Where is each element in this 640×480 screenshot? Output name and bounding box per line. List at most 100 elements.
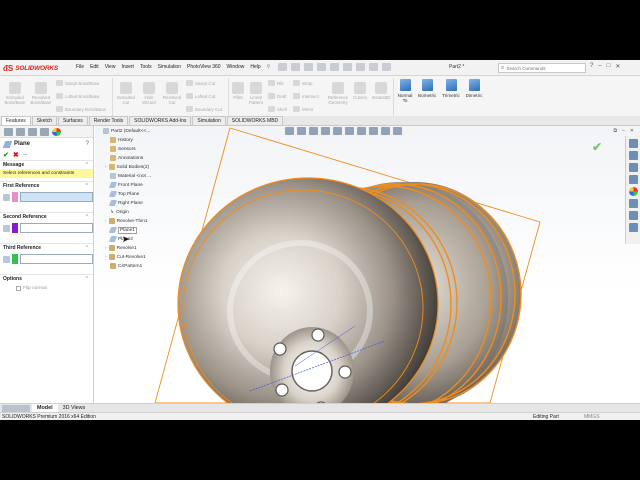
close-icon[interactable]: ✕: [630, 128, 634, 134]
resources-icon[interactable]: [628, 151, 638, 160]
lofted-boss-button[interactable]: Lofted Boss/Base: [56, 93, 99, 99]
zoom-fit-icon[interactable]: [285, 127, 294, 135]
tree-item-material[interactable]: Material <not ...: [110, 172, 151, 180]
lofted-cut-button[interactable]: Lofted Cut: [186, 93, 215, 99]
search-commands[interactable]: ⌕: [498, 63, 586, 73]
tree-item-solid-bodies[interactable]: › Solid Bodies(2): [105, 163, 149, 171]
tree-item-cirpattern1[interactable]: CirPattern1: [110, 262, 142, 270]
design-library-icon[interactable]: [628, 163, 638, 172]
mirror-button[interactable]: Mirror: [293, 106, 313, 112]
first-reference-field[interactable]: [20, 192, 93, 202]
tab-3d-views[interactable]: 3D Views: [58, 404, 91, 412]
tab-sketch[interactable]: Sketch: [31, 116, 58, 125]
select-icon[interactable]: [356, 63, 365, 71]
restore-icon[interactable]: ⧉: [613, 128, 617, 134]
graphics-area[interactable]: ⧉ – ✕ ✔ Part2 (Default<<... History Sens…: [95, 126, 640, 403]
tree-item-origin[interactable]: ↳ Origin: [110, 208, 129, 216]
tab-model[interactable]: Model: [32, 404, 58, 412]
intersect-button[interactable]: Intersect: [293, 93, 319, 99]
tree-item-right-plane[interactable]: Right Plane: [108, 199, 143, 207]
options-header[interactable]: Options ⌃: [0, 274, 93, 283]
forum-icon[interactable]: [628, 211, 638, 220]
solidworks-logo[interactable]: ᵭS SOLIDWORKS: [3, 63, 58, 73]
boundary-boss-button[interactable]: Boundary Boss/Base: [56, 106, 106, 112]
tree-item-sensors[interactable]: Sensors: [110, 145, 136, 153]
normal-to-button[interactable]: Normal To: [396, 79, 414, 103]
curves-button[interactable]: Curves: [352, 82, 368, 100]
hole-wizard-button[interactable]: Hole Wizard: [138, 82, 160, 105]
display-manager-icon[interactable]: [52, 128, 61, 136]
display-style-icon[interactable]: [345, 127, 354, 135]
flip-normal-checkbox[interactable]: [16, 285, 21, 291]
rebuild-icon[interactable]: [369, 63, 378, 71]
third-reference-field[interactable]: [20, 254, 93, 264]
home-icon[interactable]: [628, 139, 638, 148]
dimxpert-icon[interactable]: [40, 128, 49, 136]
scene-icon[interactable]: [381, 127, 390, 135]
boundary-cut-button[interactable]: Boundary Cut: [186, 106, 222, 112]
shell-button[interactable]: Shell: [268, 106, 287, 112]
menu-tools[interactable]: Tools: [140, 64, 152, 70]
rib-button[interactable]: Rib: [268, 80, 284, 86]
first-reference-header[interactable]: First Reference ⌃: [0, 181, 93, 190]
options-icon[interactable]: [382, 63, 391, 71]
isometric-button[interactable]: Isometric: [415, 79, 439, 98]
configuration-manager-icon[interactable]: [28, 128, 37, 136]
fillet-button[interactable]: Fillet: [230, 82, 246, 100]
tree-item-plane1[interactable]: Plane1: [108, 226, 137, 234]
minimize-icon[interactable]: –: [598, 63, 601, 70]
wrap-button[interactable]: Wrap: [293, 80, 312, 86]
menu-edit[interactable]: Edit: [90, 64, 99, 70]
tab-render-tools[interactable]: Render Tools: [88, 116, 129, 125]
custom-properties-icon[interactable]: [628, 199, 638, 208]
swept-boss-button[interactable]: Swept Boss/Base: [56, 80, 99, 86]
revolved-cut-button[interactable]: Revolved Cut: [161, 82, 183, 105]
menu-insert[interactable]: Insert: [121, 64, 134, 70]
revolved-boss-button[interactable]: Revolved Boss/Base: [29, 82, 53, 105]
extruded-boss-button[interactable]: Extruded Boss/Base: [3, 82, 27, 105]
hide-show-icon[interactable]: [357, 127, 366, 135]
tab-features[interactable]: Features: [1, 116, 31, 125]
wheel-model[interactable]: [95, 126, 640, 403]
menu-simulation[interactable]: Simulation: [158, 64, 181, 70]
tree-item-annotations[interactable]: Annotations: [110, 154, 143, 162]
second-reference-field[interactable]: [20, 223, 93, 233]
units-selector[interactable]: MMGS: [584, 414, 600, 420]
message-section-header[interactable]: Message ⌃: [0, 160, 93, 169]
linear-pattern-button[interactable]: Linear Pattern: [245, 82, 267, 105]
tree-item-cut-revolve1[interactable]: › Cut-Revolve1: [105, 253, 146, 261]
confirmation-corner-check-icon[interactable]: ✔: [592, 140, 602, 154]
ok-button[interactable]: ✔: [3, 151, 9, 159]
zoom-area-icon[interactable]: [297, 127, 306, 135]
home-icon[interactable]: [278, 63, 287, 71]
close-icon[interactable]: ✕: [615, 63, 620, 70]
tree-item-history[interactable]: History: [110, 136, 133, 144]
tab-mbd[interactable]: SOLIDWORKS MBD: [226, 116, 284, 125]
tab-simulation[interactable]: Simulation: [192, 116, 226, 125]
search-input[interactable]: [506, 65, 577, 71]
swept-cut-button[interactable]: Swept Cut: [186, 80, 215, 86]
tree-root[interactable]: Part2 (Default<<...: [103, 127, 150, 135]
menu-help[interactable]: Help: [250, 64, 260, 70]
appearance-icon[interactable]: [369, 127, 378, 135]
print-icon[interactable]: [330, 63, 339, 71]
tab-add-ins[interactable]: SOLIDWORKS Add-Ins: [129, 116, 192, 125]
tree-item-revolve1[interactable]: › Revolve1: [105, 244, 137, 252]
third-reference-header[interactable]: Third Reference ⌃: [0, 243, 93, 252]
feature-manager-icon[interactable]: [4, 128, 13, 136]
dimetric-button[interactable]: Dimetric: [463, 79, 485, 98]
previous-view-icon[interactable]: [309, 127, 318, 135]
open-icon[interactable]: [304, 63, 313, 71]
trimetric-button[interactable]: Trimetric: [440, 79, 462, 98]
file-explorer-icon[interactable]: [628, 175, 638, 184]
draft-button[interactable]: Draft: [268, 93, 287, 99]
menu-window[interactable]: Window: [227, 64, 245, 70]
new-icon[interactable]: [291, 63, 300, 71]
instant3d-button[interactable]: Instant3D: [370, 82, 392, 100]
undo-icon[interactable]: [343, 63, 352, 71]
extruded-cut-button[interactable]: Extruded Cut: [115, 82, 137, 105]
menu-view[interactable]: View: [105, 64, 116, 70]
second-reference-header[interactable]: Second Reference ⌃: [0, 212, 93, 221]
save-icon[interactable]: [317, 63, 326, 71]
minimize-icon[interactable]: –: [622, 128, 625, 134]
